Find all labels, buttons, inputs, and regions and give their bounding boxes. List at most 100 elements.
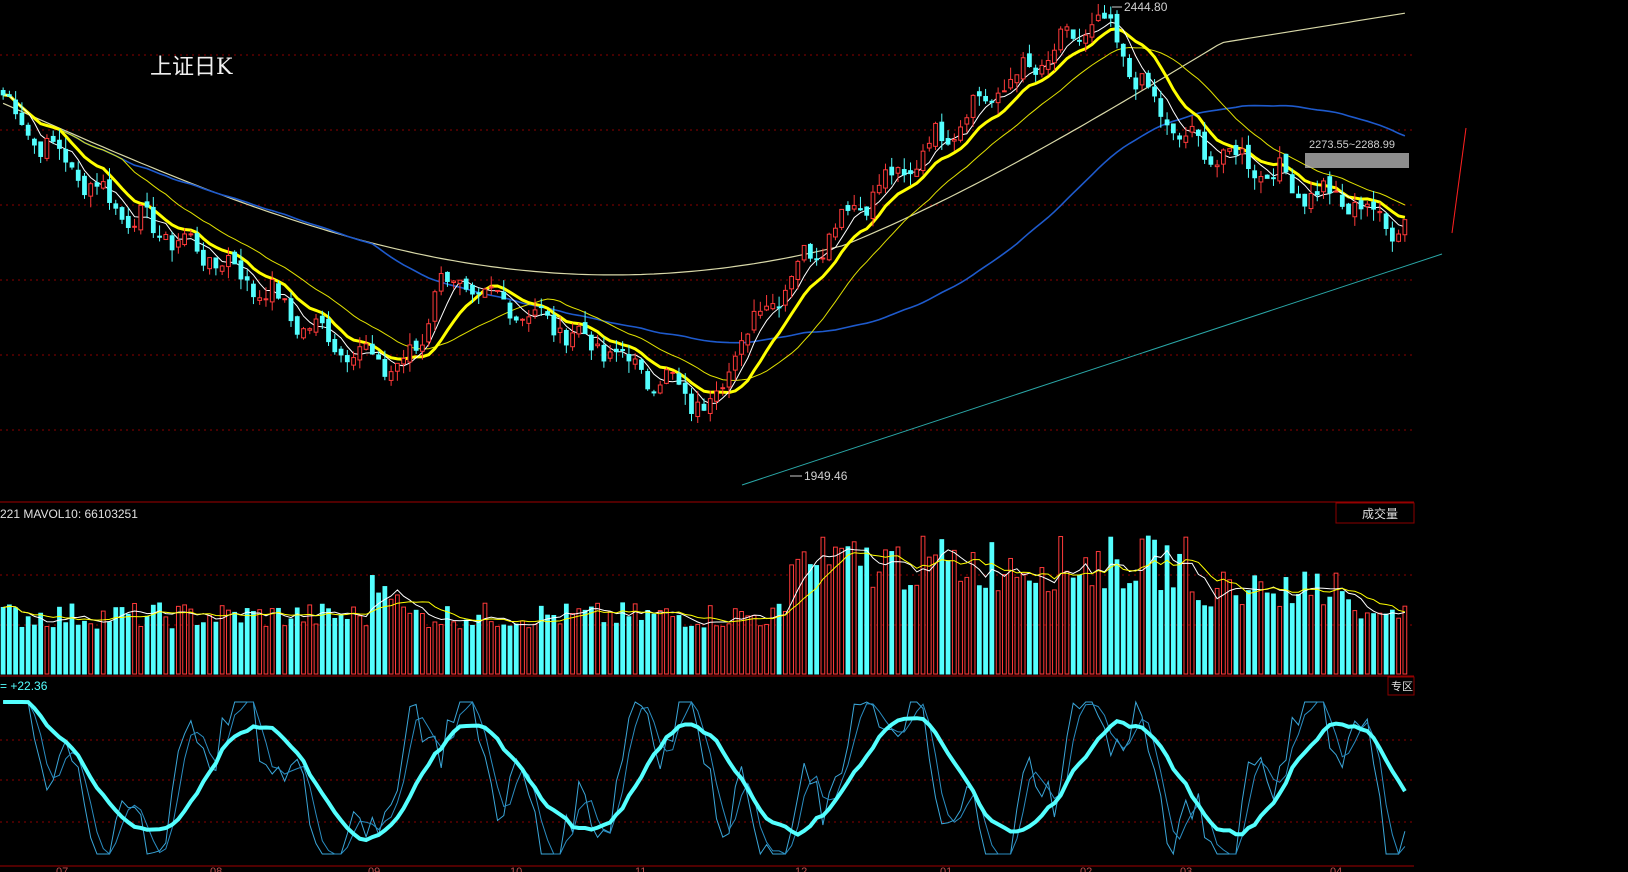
candle-down (1108, 14, 1114, 19)
candle-down (338, 348, 344, 356)
candle-down (32, 138, 37, 146)
candle-up (870, 191, 876, 220)
chart-title: 上证日K (150, 55, 233, 80)
candle-up (407, 344, 413, 363)
candle-down (776, 306, 782, 309)
candle-down (682, 382, 688, 394)
candle-up (833, 227, 838, 238)
candle-up (351, 357, 356, 366)
candle-down (626, 354, 632, 362)
volume-bar-up (870, 586, 876, 675)
volume-bar-down (94, 628, 100, 675)
candle-up (751, 310, 757, 331)
candle-up (820, 257, 826, 260)
volume-bar-down (864, 547, 870, 675)
volume-bar-up (44, 625, 50, 675)
candle-up (1014, 74, 1020, 84)
candle-up (163, 234, 169, 240)
candle-down (157, 235, 162, 238)
volume-bar-down (1177, 553, 1182, 675)
candle-down (1195, 129, 1201, 136)
volume-bar-down (1120, 588, 1126, 675)
volume-bar-up (88, 623, 94, 675)
candle-down (144, 201, 150, 208)
indicator-tag-text: 专区 (1391, 679, 1413, 693)
price-zone-label: 2273.55~2288.99 (1309, 139, 1395, 151)
candle-up (670, 371, 676, 374)
volume-bar-down (238, 622, 244, 675)
volume-bar-down (1208, 606, 1214, 675)
volume-bar-down (501, 624, 507, 675)
volume-bar-down (251, 611, 256, 675)
volume-bar-down (25, 616, 31, 675)
candle-up (388, 371, 394, 381)
x-tick-label: 09 (368, 866, 380, 872)
candle-down (1133, 77, 1139, 90)
candle-up (1221, 149, 1226, 165)
volume-bar-up (1214, 587, 1220, 675)
volume-bar-down (294, 607, 300, 675)
volume-bar-down (614, 622, 619, 675)
volume-bar-up (1221, 571, 1226, 675)
volume-bar-down (232, 611, 238, 675)
volume-bar-down (1246, 590, 1251, 675)
volume-bar-down (776, 603, 782, 675)
candle-down (620, 349, 626, 352)
volume-bar-down (1033, 582, 1039, 675)
volume-bar-down (38, 612, 44, 675)
volume-bar-up (1396, 617, 1401, 675)
candle-up (88, 183, 94, 197)
volume-bar-up (307, 604, 313, 675)
volume-bar-down (82, 620, 87, 675)
volume-bar-up (1321, 604, 1326, 675)
candle-down (501, 291, 507, 300)
volume-bar-up (964, 576, 970, 675)
candle-down (1314, 191, 1320, 196)
volume-bar-up (1183, 536, 1189, 675)
candle-down (57, 139, 62, 149)
volume-bar-down (1195, 600, 1201, 675)
volume-bar-down (13, 607, 19, 675)
ma10-line (2, 27, 1406, 395)
candle-up (770, 303, 776, 310)
volume-bar-up (1308, 594, 1314, 675)
ma20-line (3, 46, 1406, 382)
candle-down (614, 348, 619, 353)
candle-up (1308, 193, 1314, 210)
candle-down (251, 283, 256, 298)
candle-down (889, 166, 895, 176)
volume-bar-down (701, 627, 707, 675)
volume-bar-up (138, 625, 144, 675)
volume-bar-down (1264, 592, 1270, 675)
volume-bar-up (182, 604, 187, 675)
candle-down (244, 276, 250, 281)
candle-up (876, 184, 882, 194)
volume-bar-up (1089, 585, 1095, 675)
candle-down (476, 292, 482, 295)
volume-bar-up (1258, 581, 1264, 675)
volume-bar-up (488, 621, 494, 675)
candle-up (1052, 49, 1057, 64)
volume-bar-down (7, 604, 12, 675)
candle-down (1177, 135, 1182, 140)
volume-bar-up (357, 615, 363, 675)
candle-down (50, 135, 56, 142)
candle-down (1233, 145, 1239, 156)
volume-bar-down (1302, 571, 1308, 675)
volume-bar-up (401, 606, 407, 675)
candle-down (19, 112, 25, 125)
volume-bar-up (851, 541, 857, 675)
volume-bar-up (426, 626, 432, 675)
candle-down (1264, 174, 1270, 179)
candle-up (282, 298, 288, 301)
volume-ma-lines (2, 548, 1406, 626)
candle-down (38, 141, 44, 157)
candle-down (1208, 156, 1214, 165)
volume-bar-down (808, 564, 813, 675)
candle-up (100, 181, 106, 189)
candle-down (1271, 177, 1276, 180)
volume-bar-down (1371, 613, 1376, 675)
volume-bar-up (457, 628, 463, 675)
candle-down (858, 208, 863, 211)
volume-bar-down (1027, 580, 1032, 675)
